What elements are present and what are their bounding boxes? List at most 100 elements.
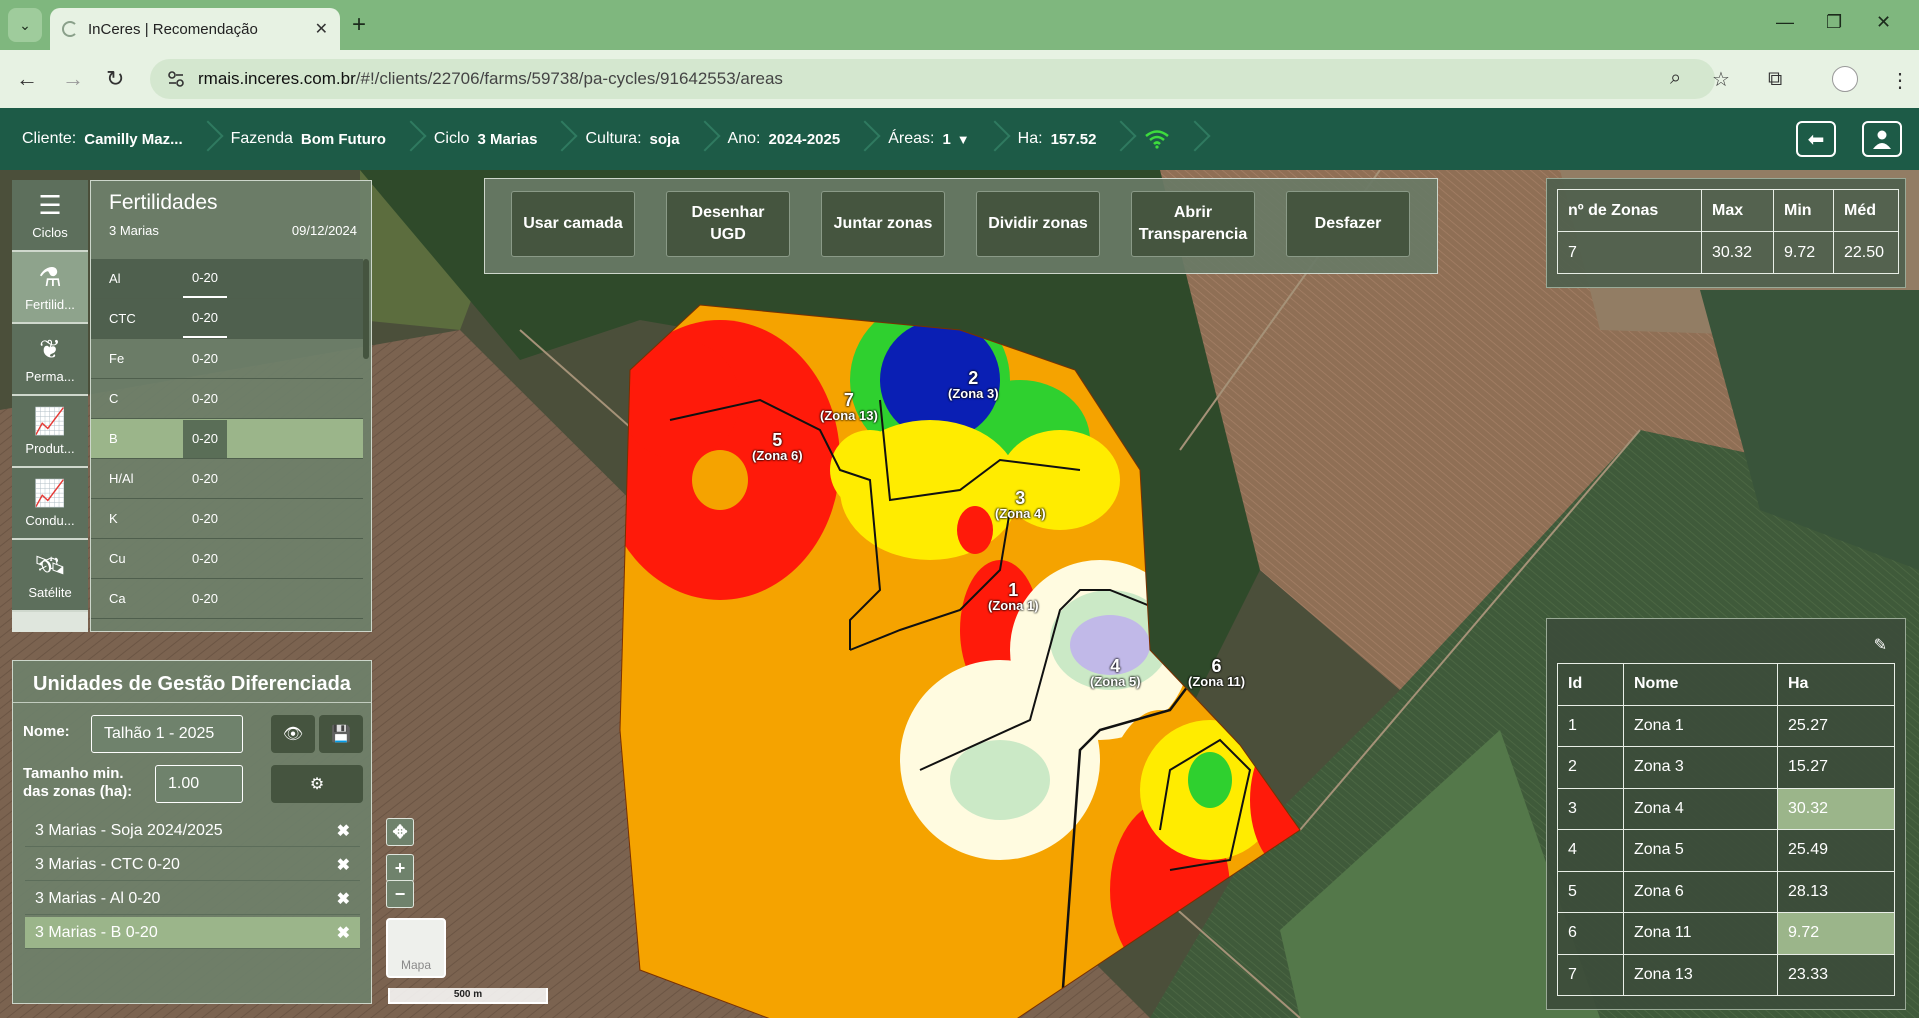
chevron-down-icon: ⌄ <box>19 16 31 33</box>
chevron-right-icon <box>551 119 565 159</box>
zone-label: 4 (Zona 5) <box>1090 656 1141 689</box>
sidebar-item-ciclos[interactable]: ☰ Ciclos <box>12 180 88 252</box>
breadcrumb-areas[interactable]: Áreas: 1 ▼ <box>888 119 1011 159</box>
scrollbar[interactable] <box>363 259 369 359</box>
zoom-out-button[interactable]: − <box>386 880 414 908</box>
remove-icon[interactable]: ✖ <box>337 889 350 909</box>
window-close-icon[interactable]: ✕ <box>1876 12 1891 33</box>
list-item[interactable]: 3 Marias - Soja 2024/2025 ✖ <box>25 815 360 847</box>
reload-icon[interactable]: ↻ <box>106 66 124 92</box>
list-item[interactable]: C 0-20 <box>91 379 363 419</box>
close-icon[interactable]: ✕ <box>315 19 328 39</box>
edit-icon[interactable]: ✎ <box>1874 635 1887 655</box>
list-item[interactable]: CTC 0-20 <box>91 299 363 339</box>
zones-table: Id Nome Ha 1 Zona 1 25.27 2 Zona 3 15.27 3 Zo… <box>1557 663 1895 996</box>
juntar-zonas-button[interactable]: Juntar zonas <box>821 191 945 257</box>
satellite-icon: 🛰 <box>33 550 67 580</box>
usar-camada-button[interactable]: Usar camada <box>511 191 635 257</box>
zone-stats-panel: nº de Zonas Max Min Méd 7 30.32 9.72 22.… <box>1546 178 1906 288</box>
list-item[interactable]: Al 0-20 <box>91 259 363 299</box>
sample-date: 09/12/2024 <box>291 223 357 238</box>
chevron-right-icon <box>854 119 868 159</box>
save-button[interactable]: 💾 <box>319 715 363 753</box>
list-item[interactable]: H/Al 0-20 <box>91 459 363 499</box>
more-menu-icon[interactable]: ⋮ <box>1890 68 1910 93</box>
list-item-selected[interactable]: B 0-20 <box>91 419 363 459</box>
fertilidades-panel: Fertilidades 3 Marias 09/12/2024 Al 0-20 … <box>90 180 372 632</box>
zone-label: 6 (Zona 11) <box>1188 656 1246 689</box>
table-row[interactable]: 2 Zona 3 15.27 <box>1557 746 1895 789</box>
remove-icon[interactable]: ✖ <box>337 855 350 875</box>
breadcrumb-cliente[interactable]: Cliente: Camilly Maz... <box>22 119 225 159</box>
new-tab-icon[interactable]: + <box>352 11 366 39</box>
sidebar-item-satelite[interactable]: 🛰 Satélite <box>12 540 88 612</box>
sidebar-item-produtividade[interactable]: 📈 Produt... <box>12 396 88 468</box>
list-item[interactable]: 3 Marias - CTC 0-20 ✖ <box>25 849 360 881</box>
chevron-right-icon <box>1110 119 1124 159</box>
basemap-toggle[interactable]: Mapa <box>386 918 446 978</box>
url-text: rmais.inceres.com.br/#!/clients/22706/fa… <box>198 69 783 88</box>
chevron-right-icon <box>694 119 708 159</box>
tamanho-label-2: das zonas (ha): <box>23 783 133 800</box>
list-item[interactable]: Ca 0-20 <box>91 579 363 619</box>
nome-input[interactable]: Talhão 1 - 2025 <box>91 715 243 753</box>
back-arrow-button[interactable]: ⬅ <box>1796 121 1836 157</box>
breadcrumb-cultura[interactable]: Cultura: soja <box>585 119 721 159</box>
remove-icon[interactable]: ✖ <box>337 923 350 943</box>
zoom-icon[interactable]: ⌕ <box>1670 67 1681 90</box>
dividir-zonas-button[interactable]: Dividir zonas <box>976 191 1100 257</box>
list-item-selected[interactable]: 3 Marias - B 0-20 ✖ <box>25 917 360 949</box>
list-item[interactable]: Fe 0-20 <box>91 339 363 379</box>
list-item[interactable]: K 0-20 <box>91 499 363 539</box>
tab-search-button[interactable]: ⌄ <box>8 8 42 42</box>
browser-tabstrip: ⌄ InCeres | Recomendação ✕ + — ❐ ✕ <box>0 0 1919 50</box>
desenhar-ugd-button[interactable]: Desenhar UGD <box>666 191 790 257</box>
flask-icon: ⚗ <box>38 262 62 292</box>
table-row[interactable]: 7 Zona 13 23.33 <box>1557 953 1895 996</box>
list-icon: ☰ <box>38 190 62 220</box>
table-row[interactable]: 1 Zona 1 25.27 <box>1557 704 1895 747</box>
abrir-transparencia-button[interactable]: Abrir Transparencia <box>1131 191 1255 257</box>
zoom-in-button[interactable]: + <box>386 854 414 882</box>
user-button[interactable] <box>1862 121 1902 157</box>
restore-icon[interactable]: ❐ <box>1826 12 1842 33</box>
loading-favicon-icon <box>62 21 78 37</box>
back-icon[interactable]: ← <box>16 66 38 92</box>
app-navbar: Cliente: Camilly Maz... Fazenda Bom Futuro… <box>0 108 1919 170</box>
wifi-icon <box>1145 130 1170 149</box>
zone-label: 1 (Zona 1) <box>988 580 1039 613</box>
site-settings-icon[interactable] <box>166 69 186 89</box>
zone-label: 2 (Zona 3) <box>948 368 999 401</box>
chart-icon: 📈 <box>33 478 67 508</box>
table-row[interactable]: 3 Zona 4 30.32 <box>1557 787 1895 830</box>
browser-toolbar: ← → ↻ rmais.inceres.com.br/#!/clients/22… <box>0 50 1919 108</box>
bookmark-star-icon[interactable]: ☆ <box>1712 67 1730 92</box>
table-row[interactable]: 4 Zona 5 25.49 <box>1557 829 1895 872</box>
forward-icon[interactable]: → <box>62 66 84 92</box>
breadcrumb-ha: Ha: 157.52 <box>1018 119 1139 159</box>
minimize-icon[interactable]: — <box>1776 12 1794 33</box>
table-row[interactable]: 6 Zona 11 9.72 <box>1557 912 1895 955</box>
layer-list: 3 Marias - Soja 2024/2025 ✖ 3 Marias - CT… <box>25 815 360 951</box>
address-bar[interactable]: rmais.inceres.com.br/#!/clients/22706/fa… <box>150 59 1730 99</box>
breadcrumb-ciclo[interactable]: Ciclo 3 Marias <box>434 119 580 159</box>
breadcrumb-ano[interactable]: Ano: 2024-2025 <box>728 119 883 159</box>
min-zone-size-input[interactable]: 1.00 <box>155 765 243 803</box>
extensions-icon[interactable]: ⧉ <box>1768 68 1782 91</box>
breadcrumb-fazenda[interactable]: Fazenda Bom Futuro <box>231 119 428 159</box>
list-item[interactable]: Cu 0-20 <box>91 539 363 579</box>
desfazer-button[interactable]: Desfazer <box>1286 191 1410 257</box>
list-item[interactable]: 3 Marias - Al 0-20 ✖ <box>25 883 360 915</box>
profile-avatar[interactable] <box>1832 66 1858 92</box>
preview-button[interactable]: 👁 <box>271 715 315 753</box>
sidebar-item-permanentes[interactable]: ❦ Perma... <box>12 324 88 396</box>
connection-status <box>1144 119 1212 159</box>
pan-button[interactable]: ✥ <box>386 818 414 846</box>
browser-tab[interactable]: InCeres | Recomendação ✕ <box>50 8 340 50</box>
save-icon: 💾 <box>331 726 351 743</box>
remove-icon[interactable]: ✖ <box>337 821 350 841</box>
generate-zones-button[interactable]: ⚙ <box>271 765 363 803</box>
sidebar-item-condutividade[interactable]: 📈 Condu... <box>12 468 88 540</box>
table-row[interactable]: 5 Zona 6 28.13 <box>1557 870 1895 913</box>
sidebar-item-fertilidades[interactable]: ⚗ Fertilid... <box>12 252 88 324</box>
